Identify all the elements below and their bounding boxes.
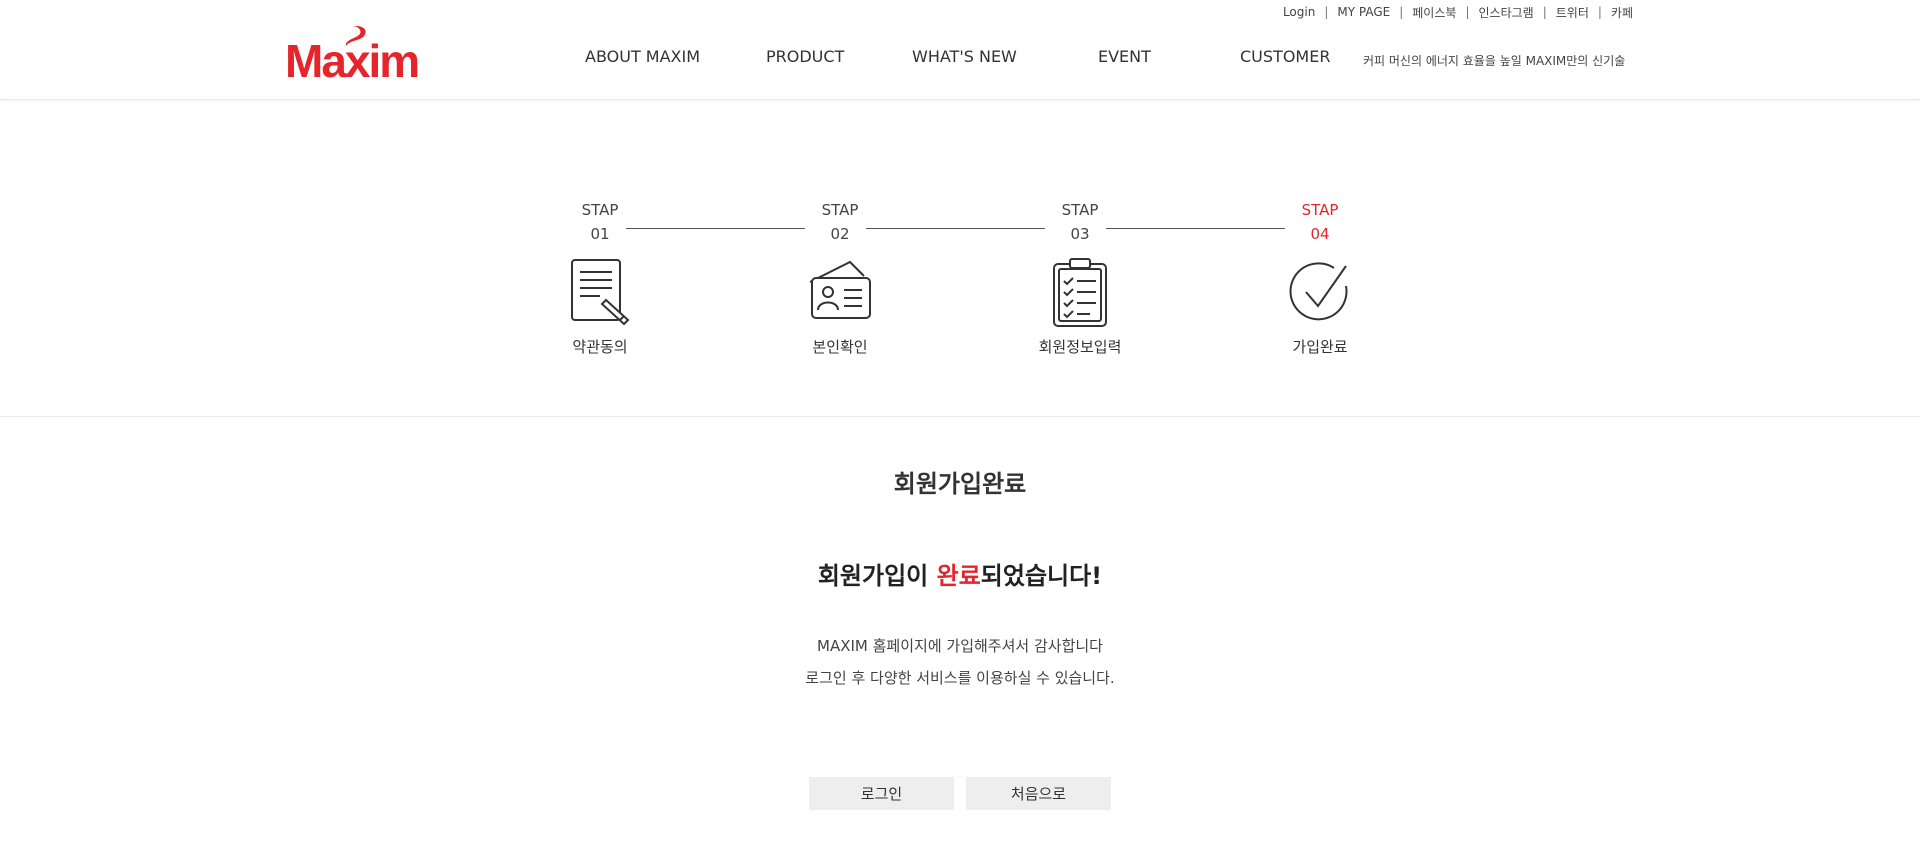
facebook-link[interactable]: 페이스북 [1412, 4, 1456, 21]
step-label: STAP [1061, 201, 1099, 219]
logo-text: Maxim [285, 35, 420, 87]
cafe-link[interactable]: 카페 [1611, 4, 1633, 21]
nav-customer[interactable]: CUSTOMER [1240, 47, 1330, 66]
go-home-button[interactable]: 처음으로 [966, 777, 1111, 810]
instagram-link[interactable]: 인스타그램 [1478, 4, 1533, 21]
message-highlight: 완료 [936, 562, 981, 590]
my-page-link[interactable]: MY PAGE [1337, 5, 1390, 19]
login-button[interactable]: 로그인 [809, 777, 954, 810]
nav-tagline-link[interactable]: 커피 머신의 에너지 효율을 높일 MAXIM만의 신기술 [1363, 52, 1625, 69]
divider: | [1399, 5, 1404, 19]
message-suffix: 되었습니다! [980, 562, 1103, 590]
maxim-logo[interactable]: Maxim [285, 24, 425, 84]
completion-description: MAXIM 홈페이지에 가입해주셔서 감사합니다 로그인 후 다양한 서비스를 … [0, 630, 1920, 694]
step-4: STAP 04 가입완료 [1260, 198, 1380, 357]
login-link[interactable]: Login [1283, 5, 1315, 19]
step-number: 03 [1070, 225, 1090, 243]
step-name: 가입완료 [1292, 338, 1348, 356]
utility-links: Login | MY PAGE | 페이스북 | 인스타그램 | 트위터 | 카… [1283, 4, 1633, 20]
nav-about-maxim[interactable]: ABOUT MAXIM [585, 47, 700, 66]
twitter-link[interactable]: 트위터 [1556, 4, 1589, 21]
step-number: 02 [830, 225, 850, 243]
step-number: 04 [1310, 225, 1330, 243]
action-buttons: 로그인 처음으로 [0, 777, 1920, 810]
divider: | [1597, 5, 1602, 19]
id-card-icon [809, 260, 871, 319]
nav-whats-new[interactable]: WHAT'S NEW [912, 47, 1017, 66]
step-1: STAP 01 약관동의 [540, 198, 660, 357]
nav-event[interactable]: EVENT [1098, 47, 1151, 66]
step-number: 01 [590, 225, 610, 243]
step-label: STAP [821, 201, 859, 219]
step-name: 본인확인 [812, 338, 868, 356]
nav-product[interactable]: PRODUCT [766, 47, 844, 66]
signup-steps: STAP 01 약관동의 STAP 02 본인확인 STAP 03 회원정보입력… [0, 100, 1920, 417]
page-title: 회원가입완료 [893, 470, 1027, 498]
step-3: STAP 03 회원정보입력 [1020, 198, 1140, 357]
step-label: STAP [581, 201, 619, 219]
description-line: MAXIM 홈페이지에 가입해주셔서 감사합니다 [817, 637, 1103, 655]
completion-message: 회원가입이 완료되었습니다! [0, 556, 1920, 591]
step-name: 약관동의 [572, 338, 628, 356]
step-name: 회원정보입력 [1038, 338, 1122, 356]
divider: | [1542, 5, 1547, 19]
document-pen-icon [571, 259, 630, 326]
message-prefix: 회원가입이 [817, 562, 937, 590]
description-line: 로그인 후 다양한 서비스를 이용하실 수 있습니다. [805, 669, 1115, 687]
site-header: Maxim Login | MY PAGE | 페이스북 | 인스타그램 | 트… [0, 0, 1920, 100]
clipboard-checklist-icon [1053, 258, 1107, 327]
step-2: STAP 02 본인확인 [780, 198, 900, 357]
divider: | [1465, 5, 1470, 19]
divider: | [1324, 5, 1329, 19]
check-circle-icon [1289, 262, 1348, 321]
step-label: STAP [1301, 201, 1339, 219]
completion-content: 회원가입완료 회원가입이 완료되었습니다! MAXIM 홈페이지에 가입해주셔서… [0, 418, 1920, 867]
